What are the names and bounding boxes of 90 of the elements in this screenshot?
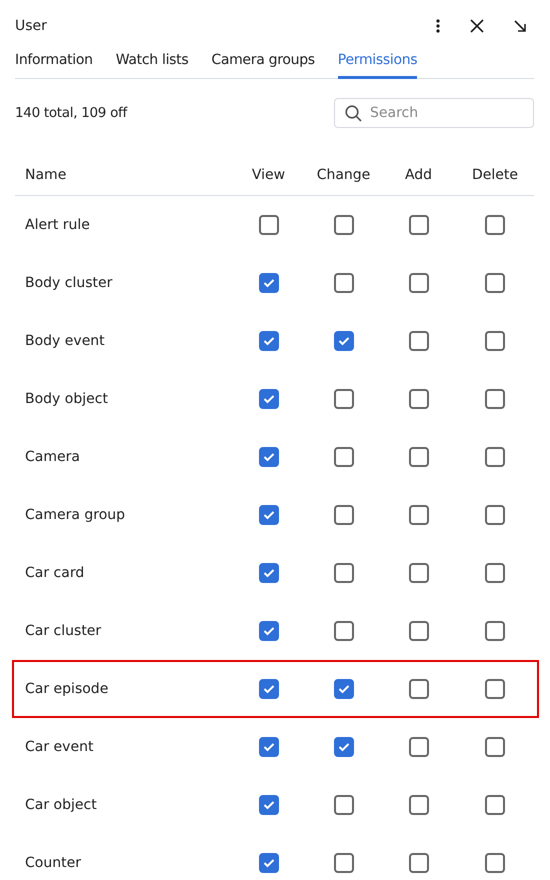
checkbox[interactable]: [334, 737, 354, 757]
checkbox[interactable]: [258, 447, 278, 467]
checkbox[interactable]: [408, 447, 428, 467]
check-icon: [338, 684, 350, 694]
check-icon: [262, 452, 274, 462]
checkbox[interactable]: [408, 679, 428, 699]
checkbox[interactable]: [334, 679, 354, 699]
check-icon: [338, 336, 350, 346]
permission-name: Body cluster: [24, 275, 114, 291]
check-icon: [262, 336, 274, 346]
permission-name: Car episode: [24, 681, 110, 697]
checkbox[interactable]: [334, 621, 354, 641]
checkbox[interactable]: [408, 621, 428, 641]
check-icon: [262, 626, 274, 636]
checkbox[interactable]: [408, 273, 428, 293]
checkbox[interactable]: [334, 563, 354, 583]
tab[interactable]: Information: [15, 52, 93, 79]
checkbox[interactable]: [334, 447, 354, 467]
check-icon: [262, 858, 274, 868]
checkbox[interactable]: [334, 795, 354, 815]
checkbox[interactable]: [258, 505, 278, 525]
checkbox[interactable]: [485, 853, 505, 873]
checkbox[interactable]: [258, 563, 278, 583]
check-icon: [262, 568, 274, 578]
checkbox[interactable]: [258, 853, 278, 873]
checkbox[interactable]: [485, 215, 505, 235]
checkbox[interactable]: [258, 621, 278, 641]
checkbox[interactable]: [408, 853, 428, 873]
arrow-down-right-icon[interactable]: [514, 20, 526, 32]
search-icon: [345, 105, 362, 122]
checkbox[interactable]: [334, 853, 354, 873]
column-header: View: [250, 167, 286, 183]
tab[interactable]: Permissions: [338, 52, 418, 79]
permission-name: Alert rule: [24, 217, 91, 233]
search-field[interactable]: Search: [334, 98, 534, 128]
checkbox[interactable]: [485, 563, 505, 583]
column-header: Change: [316, 167, 372, 183]
checkbox[interactable]: [485, 389, 505, 409]
check-icon: [262, 742, 274, 752]
checkbox[interactable]: [408, 331, 428, 351]
checkbox[interactable]: [485, 331, 505, 351]
permission-name: Car card: [24, 565, 86, 581]
checkbox[interactable]: [258, 273, 278, 293]
checkbox[interactable]: [334, 505, 354, 525]
checkbox[interactable]: [408, 563, 428, 583]
permission-name: Car object: [24, 797, 98, 813]
checkbox[interactable]: [485, 621, 505, 641]
checkbox[interactable]: [258, 389, 278, 409]
permission-name: Counter: [24, 855, 82, 871]
check-icon: [262, 394, 274, 404]
check-icon: [262, 684, 274, 694]
permission-name: Car event: [24, 739, 94, 755]
column-header: Name: [24, 167, 68, 183]
tab[interactable]: Camera groups: [211, 52, 315, 79]
checkbox[interactable]: [258, 215, 278, 235]
permission-name: Car cluster: [24, 623, 102, 639]
checkbox[interactable]: [408, 795, 428, 815]
permission-name: Body object: [24, 391, 109, 407]
checkbox[interactable]: [485, 273, 505, 293]
check-icon: [262, 278, 274, 288]
checkbox[interactable]: [258, 679, 278, 699]
checkbox[interactable]: [258, 737, 278, 757]
checkbox[interactable]: [258, 331, 278, 351]
checkbox[interactable]: [485, 737, 505, 757]
check-icon: [338, 742, 350, 752]
more-icon[interactable]: [436, 19, 440, 33]
checkbox[interactable]: [408, 215, 428, 235]
checkbox[interactable]: [334, 215, 354, 235]
tab[interactable]: Watch lists: [116, 52, 188, 79]
checkbox[interactable]: [485, 679, 505, 699]
permission-name: Body event: [24, 333, 106, 349]
checkbox[interactable]: [485, 795, 505, 815]
permission-name: Camera group: [24, 507, 126, 523]
checkbox[interactable]: [334, 331, 354, 351]
checkbox[interactable]: [258, 795, 278, 815]
checkbox[interactable]: [485, 505, 505, 525]
check-icon: [262, 800, 274, 810]
permission-name: Camera: [24, 449, 81, 465]
checkbox[interactable]: [334, 273, 354, 293]
checkbox[interactable]: [485, 447, 505, 467]
checkbox[interactable]: [408, 737, 428, 757]
column-header: Add: [404, 167, 434, 183]
checkbox[interactable]: [334, 389, 354, 409]
column-header: Delete: [471, 167, 519, 183]
checkbox[interactable]: [408, 389, 428, 409]
checkbox[interactable]: [408, 505, 428, 525]
summary-text: 140 total, 109 off: [15, 105, 127, 121]
check-icon: [262, 510, 274, 520]
window-title: User: [15, 18, 47, 34]
close-icon[interactable]: [470, 19, 484, 33]
